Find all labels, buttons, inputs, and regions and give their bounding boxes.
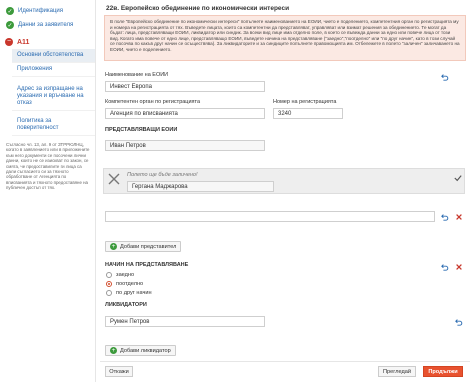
radio-separately[interactable]: поотделно — [106, 280, 152, 288]
name-label: Наименование на ЕОИИ — [105, 72, 169, 78]
add-liquidator-label: Добави ликвидатор — [120, 347, 171, 354]
close-icon[interactable] — [107, 172, 121, 186]
undo-icon[interactable] — [440, 212, 449, 221]
check-icon: ✓ — [6, 7, 14, 15]
delete-icon[interactable] — [454, 212, 463, 221]
undo-icon[interactable] — [440, 262, 449, 271]
add-representative-label: Добави представител — [120, 243, 177, 250]
radio-label: по друг начин — [116, 290, 152, 296]
add-representative-button[interactable]: + Добави представител — [105, 241, 182, 252]
authority-input[interactable]: Агенция по вписванията — [105, 108, 265, 119]
preview-button[interactable]: Прегледай — [378, 366, 416, 377]
undo-icon[interactable] — [440, 72, 449, 81]
radio-label: поотделно — [116, 281, 144, 287]
deleted-warning: Полето ще бъде заличено! — [127, 172, 198, 178]
add-liquidator-button[interactable]: + Добави ликвидатор — [105, 345, 176, 356]
sidebar-item-identification[interactable]: ✓ Идентификация — [0, 4, 95, 18]
main-content: 22в. Европейско обединение по икономичес… — [100, 0, 470, 382]
divider — [100, 361, 470, 362]
method-heading: НАЧИН НА ПРЕДСТАВЛЯВАНЕ — [105, 262, 189, 268]
info-notice: В поле "Европейско обединение по икономи… — [104, 15, 466, 61]
regnum-label: Номер на регистрацията — [273, 99, 337, 105]
radio-label: заедно — [116, 272, 135, 278]
section-title: A11 — [17, 38, 30, 46]
sidebar: ✓ Идентификация ✓ Данни за заявителя − A… — [0, 0, 96, 382]
cancel-button[interactable]: Откажи — [105, 366, 133, 377]
plus-icon: + — [110, 347, 117, 354]
radio-button[interactable] — [106, 281, 112, 287]
sidebar-item-applicant[interactable]: ✓ Данни за заявителя — [0, 18, 95, 32]
sidebar-item-address[interactable]: Адрес за изпращане на указания и връчван… — [12, 83, 95, 111]
privacy-note: Съгласно чл. 13, ал. 9 от ЗТРРЮЛНЦ, кога… — [6, 142, 90, 191]
check-mark-icon[interactable] — [453, 173, 462, 182]
sidebar-item-label: Идентификация — [18, 8, 63, 14]
collapse-icon: − — [5, 38, 13, 46]
authority-label: Компетентен орган по регистрацията — [105, 99, 201, 105]
radio-button[interactable] — [106, 290, 112, 296]
representatives-heading: ПРЕДСТАВЛЯВАЩИ ЕОИИ — [105, 127, 178, 133]
radio-button[interactable] — [106, 272, 112, 278]
page-title: 22в. Европейско обединение по икономичес… — [106, 5, 290, 12]
delete-icon[interactable] — [454, 262, 463, 271]
deleted-representative-input: Гергана Маджарова — [127, 181, 274, 192]
radio-together[interactable]: заедно — [106, 271, 152, 279]
new-representative-input[interactable] — [105, 211, 435, 222]
sidebar-item-label: Данни за заявителя — [18, 22, 74, 28]
sidebar-section-a11[interactable]: − A11 — [0, 32, 95, 49]
continue-button[interactable]: Продължи — [423, 366, 463, 377]
liquidator-input[interactable]: Румен Петров — [105, 316, 265, 327]
sidebar-item-privacy[interactable]: Политика за поверителност — [12, 115, 95, 136]
sidebar-item-main-circumstances[interactable]: Основни обстоятелства — [12, 49, 95, 63]
radio-other[interactable]: по друг начин — [106, 289, 152, 297]
check-icon: ✓ — [6, 21, 14, 29]
regnum-input[interactable]: 3240 — [273, 108, 343, 119]
eeig-name-input[interactable]: Инвест Европа — [105, 81, 265, 92]
plus-icon: + — [110, 243, 117, 250]
sidebar-item-attachments[interactable]: Приложения — [12, 63, 95, 77]
representative-input[interactable]: Иван Петров — [105, 140, 265, 151]
undo-icon[interactable] — [454, 317, 463, 326]
liquidators-heading: ЛИКВИДАТОРИ — [105, 302, 147, 308]
